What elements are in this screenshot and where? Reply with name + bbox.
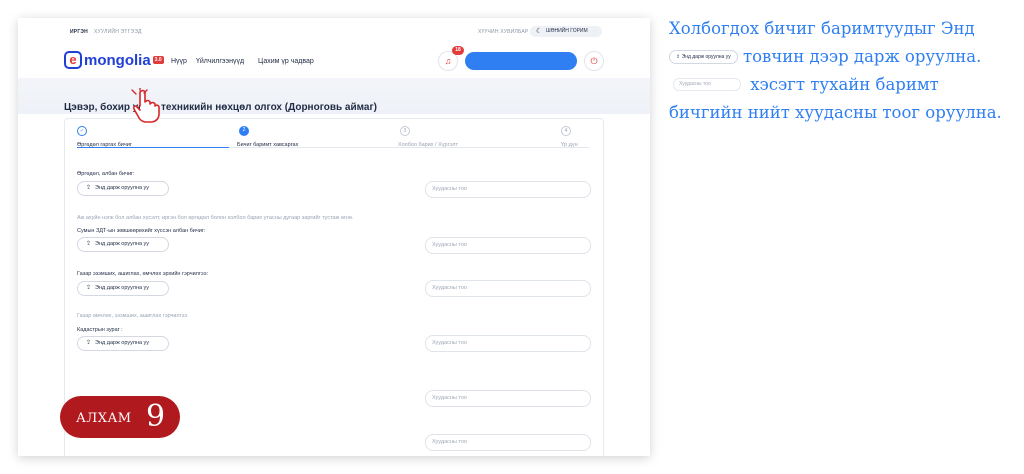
instructions-part-1: Холбогдох бичиг баримтуудыг Энд (669, 19, 975, 38)
step-badge-word: АЛХАМ (76, 411, 132, 426)
upload-icon: ⇪ (86, 340, 92, 346)
top-bar: ИРГЭН ХУУЛИЙН ЭТГЭЭД ХҮҮЧИН ХУВИЛБАР ☾ Ш… (18, 18, 650, 44)
upload-button-soum-letter[interactable]: ⇪ Энд дарж оруулна уу (77, 237, 169, 252)
step-badge-number: 9 (146, 399, 166, 434)
nav-digital-skills[interactable]: Цахим үр чадвар (258, 58, 314, 65)
logo-text: mongolia (84, 51, 151, 69)
logo-version: 3.0 (152, 56, 164, 64)
page-count-input[interactable]: Хуудасны тоо (425, 390, 591, 407)
upload-button-application[interactable]: ⇪ Энд дарж оруулна уу (77, 181, 169, 196)
field-hint: Газар өмчлөх, эзэмших, ашиглах гэрчилгээ (77, 313, 188, 319)
upload-button-cadastral-map[interactable]: ⇪ Энд дарж оруулна уу (77, 336, 169, 351)
title-band: Цэвэр, бохир усны техникийн нөхцөл олгох… (18, 78, 650, 114)
page-count-input[interactable]: Хуудасны тоо (425, 434, 591, 451)
page-count-input[interactable]: Хуудасны тоо (425, 237, 591, 254)
nav-services[interactable]: Үйлчилгээнүүд (196, 58, 244, 65)
step-badge: АЛХАМ 9 (60, 396, 180, 438)
user-profile-button[interactable] (465, 52, 577, 70)
page-count-input-example: Хуудасны тоо (673, 78, 741, 91)
upload-label: Энд дарж оруулна уу (95, 285, 150, 291)
step-2[interactable]: 2 Бичиг баримт хавсаргах (237, 126, 298, 148)
header: e mongolia 3.0 Нүүр Үйлчилгээнүүд Цахим … (18, 44, 650, 78)
steps-progress (77, 147, 229, 148)
upload-button-example: ⇪ Энд дарж оруулна уу (669, 49, 738, 64)
step-3[interactable]: 3 Холбоо барих / Хүргэлт (398, 126, 458, 148)
page-title: Цэвэр, бохир усны техникийн нөхцөл олгох… (64, 102, 377, 113)
upload-button-land-certificate[interactable]: ⇪ Энд дарж оруулна уу (77, 281, 169, 296)
field-label-application: Өргөдөл, албан бичиг: (77, 171, 135, 177)
upload-button-example-label: Энд дарж оруулна уу (681, 53, 731, 60)
field-hint: Аж ахуйн нэгж бол албан хүсэлт, иргэн бо… (77, 215, 354, 221)
upload-icon: ⇪ (86, 185, 92, 191)
upload-label: Энд дарж оруулна уу (95, 340, 150, 346)
screenshot-frame: ИРГЭН ХУУЛИЙН ЭТГЭЭД ХҮҮЧИН ХУВИЛБАР ☾ Ш… (18, 18, 650, 456)
instructions-part-2: товчин дээр дарж оруулна. (742, 47, 982, 66)
tab-organization[interactable]: ХУУЛИЙН ЭТГЭЭД (94, 29, 142, 35)
step-1[interactable]: ✓ Өргөдөл гаргах бичиг (77, 126, 132, 148)
page-count-input[interactable]: Хуудасны тоо (425, 335, 591, 352)
moon-icon: ☾ (536, 28, 543, 35)
upload-label: Энд дарж оруулна уу (95, 241, 150, 247)
step-number: 3 (400, 126, 410, 136)
step-4[interactable]: 4 Үр дүн (561, 126, 578, 148)
page-count-input[interactable]: Хуудасны тоо (425, 181, 591, 198)
dark-mode-toggle[interactable]: ☾ ШӨНИЙН ГОРИМ (530, 26, 602, 37)
step-number: 2 (239, 126, 249, 136)
upload-icon: ⇪ (86, 241, 92, 247)
field-label-soum-letter: Сумын ЗДТ-ын зөвшөөрөхийг хүссэн албан б… (77, 228, 206, 234)
dark-mode-label: ШӨНИЙН ГОРИМ (546, 28, 588, 34)
field-label-cadastral-map: Кадастрын зураг : (77, 327, 123, 333)
step-number: 4 (561, 126, 571, 136)
nav-home[interactable]: Нүүр (171, 58, 187, 65)
logo-mark: e (64, 51, 82, 69)
field-label-land-certificate: Газар эзэмших, ашиглах, өмчлөх эрхийн гэ… (77, 271, 209, 277)
page-count-input[interactable]: Хуудасны тоо (425, 280, 591, 297)
guide-link[interactable]: ХҮҮЧИН ХУВИЛБАР (478, 29, 528, 35)
emongolia-logo[interactable]: e mongolia 3.0 (64, 51, 164, 69)
logout-icon[interactable]: ⏻ (584, 51, 604, 71)
hand-pointer-icon (131, 88, 160, 123)
check-icon: ✓ (77, 126, 87, 136)
upload-icon: ⇪ (86, 285, 92, 291)
tab-citizen[interactable]: ИРГЭН (70, 29, 88, 35)
instructions: Холбогдох бичиг баримтуудыг Энд ⇪ Энд да… (669, 14, 1009, 126)
upload-label: Энд дарж оруулна уу (95, 185, 150, 191)
notification-badge: 18 (452, 46, 464, 55)
